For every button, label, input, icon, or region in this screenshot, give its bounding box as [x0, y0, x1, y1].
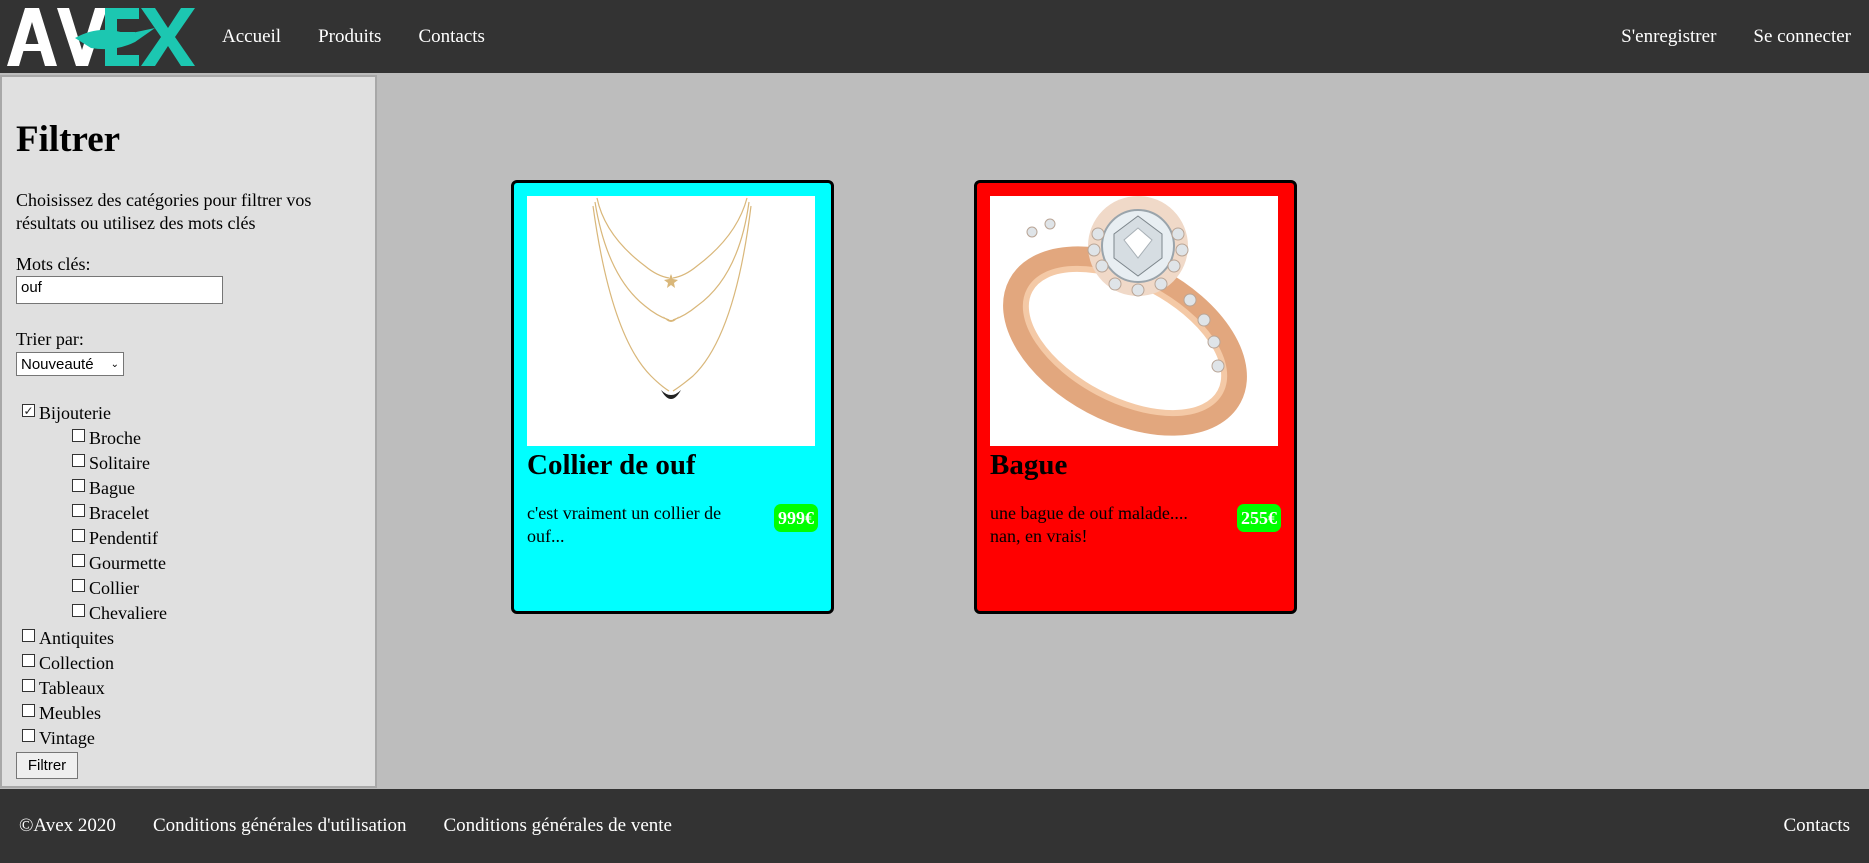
category-item[interactable]: Vintage	[16, 726, 361, 751]
category-item[interactable]: Bague	[16, 476, 361, 501]
product-title: Bague	[990, 449, 1068, 481]
checkbox[interactable]	[72, 554, 85, 567]
checkbox[interactable]	[72, 579, 85, 592]
category-item[interactable]: Solitaire	[16, 451, 361, 476]
checkbox[interactable]	[22, 704, 35, 717]
checkbox-checked[interactable]: ✓	[22, 404, 35, 417]
footer-link-cgu[interactable]: Conditions générales d'utilisation	[153, 815, 407, 837]
product-body: une bague de ouf malade.... nan, en vrai…	[990, 502, 1281, 548]
product-description: c'est vraiment un collier de ouf...	[527, 503, 722, 546]
nav-produits[interactable]: Produits	[318, 26, 381, 48]
ring-image	[990, 196, 1278, 446]
product-description: une bague de ouf malade.... nan, en vrai…	[990, 503, 1188, 546]
category-item[interactable]: Tableaux	[16, 676, 361, 701]
category-item[interactable]: Collier	[16, 576, 361, 601]
category-list: ✓ Bijouterie Broche Solitaire Bague Bracelet P…	[16, 401, 361, 751]
category-label: Vintage	[39, 728, 95, 748]
product-body: c'est vraiment un collier de ouf... 999€	[527, 502, 818, 548]
footer-right: Contacts	[1784, 815, 1851, 837]
chevron-down-icon: ⌄	[110, 358, 119, 370]
category-item[interactable]: ✓ Bijouterie	[16, 401, 361, 426]
auth-nav: S'enregistrer Se connecter	[1621, 0, 1851, 73]
footer: ©Avex 2020 Conditions générales d'utilis…	[0, 789, 1869, 863]
price-badge: 999€	[774, 504, 818, 532]
product-card[interactable]: Bague une bague de ouf malade.... nan, e…	[974, 180, 1297, 614]
checkbox[interactable]	[22, 629, 35, 642]
nav-contacts[interactable]: Contacts	[418, 26, 485, 48]
category-label: Pendentif	[89, 528, 158, 548]
filter-sidebar: Filtrer Choisissez des catégories pour f…	[0, 75, 377, 788]
avex-logo[interactable]	[5, 4, 199, 68]
checkbox[interactable]	[72, 429, 85, 442]
footer-link-cgv[interactable]: Conditions générales de vente	[444, 815, 672, 837]
product-title: Collier de ouf	[527, 449, 696, 481]
nav-login[interactable]: Se connecter	[1753, 26, 1851, 48]
category-item[interactable]: Chevaliere	[16, 601, 361, 626]
filter-button[interactable]: Filtrer	[16, 752, 78, 779]
checkbox[interactable]	[72, 529, 85, 542]
category-label: Collection	[39, 653, 114, 673]
category-label: Bijouterie	[39, 403, 111, 423]
top-navbar: Accueil Produits Contacts S'enregistrer …	[0, 0, 1869, 73]
category-label: Collier	[89, 578, 139, 598]
category-label: Broche	[89, 428, 141, 448]
category-label: Bracelet	[89, 503, 149, 523]
footer-left: ©Avex 2020 Conditions générales d'utilis…	[19, 815, 672, 837]
filter-description: Choisissez des catégories pour filtrer v…	[16, 190, 312, 233]
checkbox[interactable]	[72, 604, 85, 617]
product-card[interactable]: Collier de ouf c'est vraiment un collier…	[511, 180, 834, 614]
category-item[interactable]: Bracelet	[16, 501, 361, 526]
checkbox[interactable]	[72, 454, 85, 467]
category-item[interactable]: Gourmette	[16, 551, 361, 576]
sort-select-value: Nouveauté	[21, 355, 94, 373]
necklace-image	[527, 196, 815, 446]
sort-label: Trier par:	[16, 329, 84, 349]
category-label: Meubles	[39, 703, 101, 723]
checkbox[interactable]	[22, 654, 35, 667]
filter-title: Filtrer	[16, 119, 121, 160]
checkbox[interactable]	[22, 679, 35, 692]
category-label: Solitaire	[89, 453, 150, 473]
keywords-label: Mots clés:	[16, 254, 91, 274]
category-item[interactable]: Collection	[16, 651, 361, 676]
checkbox[interactable]	[72, 504, 85, 517]
category-item[interactable]: Antiquites	[16, 626, 361, 651]
main-nav: Accueil Produits Contacts	[222, 0, 485, 73]
category-item[interactable]: Pendentif	[16, 526, 361, 551]
keywords-input[interactable]: ouf	[16, 276, 223, 304]
footer-contacts[interactable]: Contacts	[1784, 815, 1851, 836]
category-item[interactable]: Broche	[16, 426, 361, 451]
price-badge: 255€	[1237, 504, 1281, 532]
category-label: Chevaliere	[89, 603, 167, 623]
nav-register[interactable]: S'enregistrer	[1621, 26, 1716, 48]
checkbox[interactable]	[22, 729, 35, 742]
category-label: Tableaux	[39, 678, 105, 698]
nav-accueil[interactable]: Accueil	[222, 26, 281, 48]
category-label: Bague	[89, 478, 135, 498]
category-label: Gourmette	[89, 553, 166, 573]
checkbox[interactable]	[72, 479, 85, 492]
sort-select[interactable]: Nouveauté ⌄	[16, 352, 124, 376]
category-label: Antiquites	[39, 628, 114, 648]
footer-copyright: ©Avex 2020	[19, 815, 116, 836]
category-item[interactable]: Meubles	[16, 701, 361, 726]
